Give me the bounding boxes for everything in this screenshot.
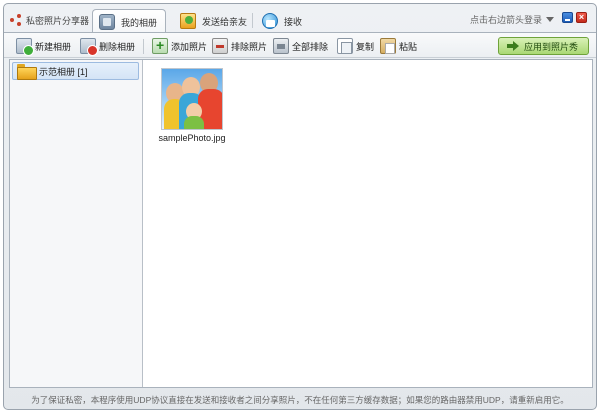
remove-photo-button[interactable]: 排除照片 bbox=[212, 36, 267, 56]
copy-label: 复制 bbox=[356, 41, 375, 52]
login-hint-text: 点击右边箭头登录 bbox=[469, 15, 542, 25]
remove-all-button[interactable]: 全部排除 bbox=[273, 36, 328, 56]
album-icon bbox=[99, 14, 115, 30]
tab-divider bbox=[252, 13, 253, 28]
receive-icon bbox=[262, 13, 278, 29]
new-album-label: 新建相册 bbox=[35, 41, 72, 52]
add-photo-button[interactable]: 添加照片 bbox=[152, 36, 207, 56]
delete-album-label: 删除相册 bbox=[99, 41, 136, 52]
paste-button[interactable]: 粘贴 bbox=[380, 36, 417, 56]
app-window: 私密照片分享器 我的相册 发送给亲友 接收 点击右边箭头登录 × 新建相册 删除… bbox=[3, 3, 597, 410]
photo-item[interactable]: samplePhoto.jpg bbox=[157, 68, 227, 143]
login-dropdown[interactable]: 点击右边箭头登录 bbox=[470, 13, 554, 26]
send-icon bbox=[180, 13, 196, 29]
new-album-button[interactable]: 新建相册 bbox=[16, 36, 71, 56]
tab-my-albums[interactable]: 我的相册 bbox=[92, 9, 167, 34]
photo-thumbnail[interactable] bbox=[161, 68, 223, 130]
delete-album-button[interactable]: 删除相册 bbox=[80, 36, 135, 56]
add-photo-label: 添加照片 bbox=[171, 41, 208, 52]
photo-filename: samplePhoto.jpg bbox=[158, 133, 226, 143]
delete-album-icon bbox=[80, 38, 98, 56]
add-photo-icon bbox=[152, 37, 168, 54]
paste-label: 粘贴 bbox=[399, 41, 418, 52]
remove-photo-icon bbox=[212, 38, 228, 54]
remove-all-icon bbox=[273, 38, 289, 54]
apply-label: 应用到照片秀 bbox=[523, 41, 578, 52]
sidebar-item-sample-album[interactable]: 示范相册 [1] bbox=[12, 62, 139, 80]
toolbar: 新建相册 删除相册 添加照片 排除照片 全部排除 复制 粘贴 应用到 bbox=[4, 32, 596, 58]
close-button[interactable]: × bbox=[576, 12, 587, 23]
tab-label: 接收 bbox=[284, 16, 303, 27]
footer-notice: 为了保证私密，本程序使用UDP协议直接在发送和接收者之间分享照片，不在任何第三方… bbox=[31, 395, 569, 405]
album-sidebar[interactable]: 示范相册 [1] bbox=[10, 60, 143, 387]
main-content: 示范相册 [1] samplePhoto.jpg bbox=[9, 59, 593, 388]
photo-grid[interactable]: samplePhoto.jpg bbox=[144, 60, 592, 387]
app-title-label: 私密照片分享器 bbox=[26, 15, 90, 26]
copy-icon bbox=[337, 38, 353, 54]
minimize-button[interactable] bbox=[562, 12, 573, 23]
apply-to-photo-show-button[interactable]: 应用到照片秀 bbox=[497, 37, 589, 55]
tab-receive[interactable]: 接收 bbox=[256, 9, 310, 33]
remove-photo-label: 排除照片 bbox=[231, 41, 268, 52]
tab-send-to-friends[interactable]: 发送给亲友 bbox=[174, 9, 255, 33]
share-icon bbox=[10, 14, 22, 26]
new-album-icon bbox=[16, 38, 34, 56]
arrow-right-icon bbox=[506, 41, 519, 51]
tab-label: 我的相册 bbox=[121, 17, 158, 28]
folder-icon bbox=[17, 64, 37, 80]
paste-icon bbox=[380, 38, 396, 54]
toolbar-divider bbox=[143, 39, 144, 54]
album-label: 示范相册 [1] bbox=[39, 66, 88, 77]
copy-button[interactable]: 复制 bbox=[337, 36, 374, 56]
tab-label: 发送给亲友 bbox=[202, 16, 248, 27]
remove-all-label: 全部排除 bbox=[292, 41, 329, 52]
chevron-down-icon[interactable] bbox=[546, 17, 554, 22]
app-title: 私密照片分享器 bbox=[10, 13, 89, 27]
tab-bar: 私密照片分享器 我的相册 发送给亲友 接收 点击右边箭头登录 × bbox=[4, 4, 596, 34]
